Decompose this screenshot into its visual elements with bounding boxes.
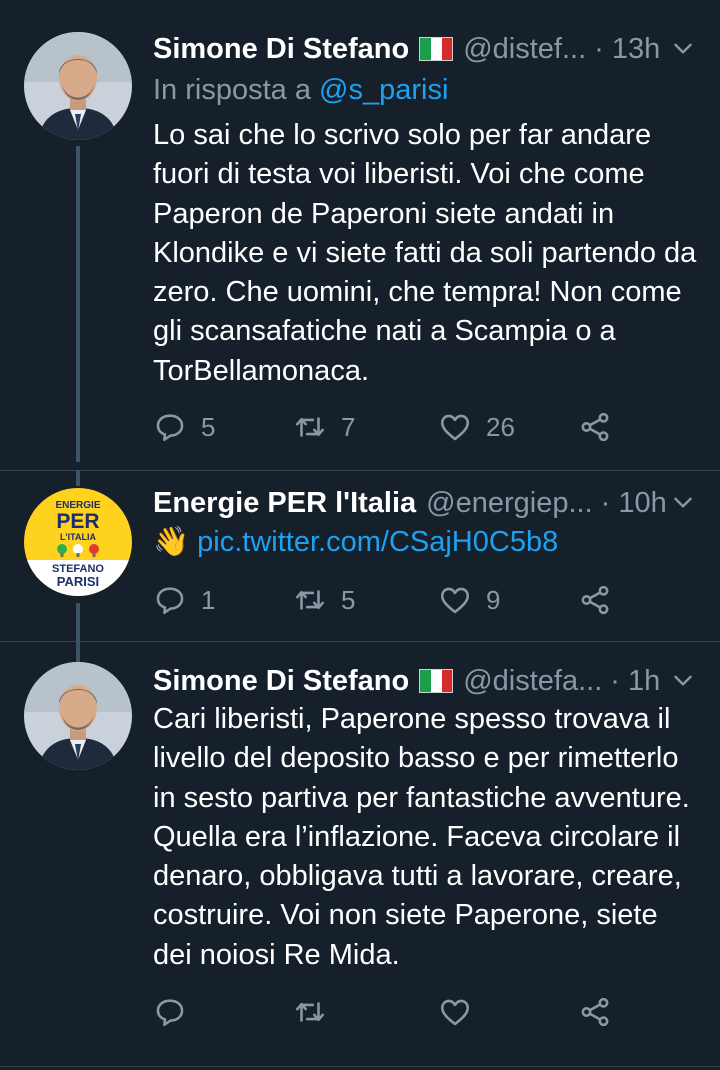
retweet-icon — [295, 1002, 325, 1022]
like-count: 26 — [486, 411, 515, 442]
chevron-down-icon[interactable] — [670, 489, 696, 515]
avatar-text-parisi: PARISI — [57, 574, 99, 589]
tweet-time[interactable]: · 10h — [601, 487, 667, 520]
tweet-header: Simone Di Stefano @distef... · 13h — [153, 29, 700, 69]
share-button[interactable] — [578, 405, 612, 449]
share-icon — [581, 585, 609, 615]
retweet-button[interactable]: 5 — [293, 578, 355, 622]
reply-prefix: In risposta a — [153, 74, 320, 106]
chevron-down-icon[interactable] — [670, 667, 696, 693]
tweet-1[interactable]: Simone Di Stefano @distef... · 13h In ri… — [0, 0, 720, 470]
tweet-text: Lo sai che lo scrivo solo per far andare… — [153, 119, 697, 387]
like-icon — [440, 999, 470, 1026]
author-handle[interactable]: @distefa... — [463, 665, 602, 698]
avatar-simone-di-stefano[interactable] — [24, 662, 132, 770]
media-link[interactable]: pic.twitter.com/CSajH0C5b8 — [197, 526, 558, 558]
italy-flag-icon — [419, 669, 454, 693]
reply-icon — [156, 999, 184, 1027]
reply-context: In risposta a @s_parisi — [153, 74, 448, 107]
avatar-simone-di-stefano[interactable] — [24, 32, 132, 140]
share-icon — [581, 997, 609, 1027]
reply-button[interactable]: 5 — [153, 405, 215, 449]
tweet-2[interactable]: ENERGIE PER L'ITALIA STEFANO PARISI Ener… — [0, 470, 720, 663]
reply-mention-link[interactable]: @s_parisi — [319, 74, 448, 106]
like-button[interactable]: 26 — [438, 405, 515, 449]
tweet-time[interactable]: · 13h — [594, 33, 660, 66]
like-icon — [440, 414, 470, 441]
tweet-header: Simone Di Stefano @distefa... · 1h — [153, 661, 700, 701]
reply-count: 1 — [201, 584, 216, 615]
tweet-actions — [153, 990, 623, 1034]
avatar-text-litalia: L'ITALIA — [60, 532, 96, 542]
retweet-count: 7 — [341, 411, 356, 442]
share-button[interactable] — [578, 990, 612, 1034]
retweet-icon — [295, 417, 325, 437]
reply-count: 5 — [201, 411, 216, 442]
reply-icon — [156, 587, 184, 615]
like-button[interactable] — [438, 990, 486, 1034]
retweet-button[interactable] — [293, 990, 341, 1034]
share-icon — [581, 412, 609, 442]
thread-line — [76, 470, 80, 486]
author-name[interactable]: Energie PER l'Italia — [153, 487, 416, 520]
thread-line — [76, 641, 80, 659]
chevron-down-icon[interactable] — [670, 35, 696, 61]
author-handle[interactable]: @energiep... — [426, 487, 592, 520]
tweet-text: Cari liberisti, Paperone spesso trovava … — [153, 703, 690, 971]
tweet-text: 👋 pic.twitter.com/CSajH0C5b8 — [153, 523, 698, 562]
avatar-text-per: PER — [56, 510, 99, 533]
retweet-count: 5 — [341, 584, 356, 615]
tweet-divider — [0, 1066, 720, 1067]
thread-line — [76, 146, 80, 462]
tweet-actions: 1 5 9 — [153, 578, 623, 622]
author-name[interactable]: Simone Di Stefano — [153, 33, 409, 66]
like-button[interactable]: 9 — [438, 578, 500, 622]
author-name[interactable]: Simone Di Stefano — [153, 665, 409, 698]
tweet-3[interactable]: Simone Di Stefano @distefa... · 1h Cari … — [0, 641, 720, 1070]
italy-flag-icon — [419, 37, 454, 61]
like-count: 9 — [486, 584, 501, 615]
tweet-time[interactable]: · 1h — [610, 665, 660, 698]
tweet-actions: 5 7 26 — [153, 405, 623, 449]
reply-button[interactable]: 1 — [153, 578, 215, 622]
reply-icon — [156, 414, 184, 442]
retweet-icon — [295, 590, 325, 610]
share-button[interactable] — [578, 578, 612, 622]
author-handle[interactable]: @distef... — [463, 33, 586, 66]
like-icon — [440, 587, 470, 614]
avatar-energie-per-litalia[interactable]: ENERGIE PER L'ITALIA STEFANO PARISI — [24, 488, 132, 596]
waving-hand-emoji: 👋 — [153, 526, 190, 558]
reply-button[interactable] — [153, 990, 201, 1034]
retweet-button[interactable]: 7 — [293, 405, 355, 449]
tweet-header: Energie PER l'Italia @energiep... · 10h — [153, 483, 700, 523]
